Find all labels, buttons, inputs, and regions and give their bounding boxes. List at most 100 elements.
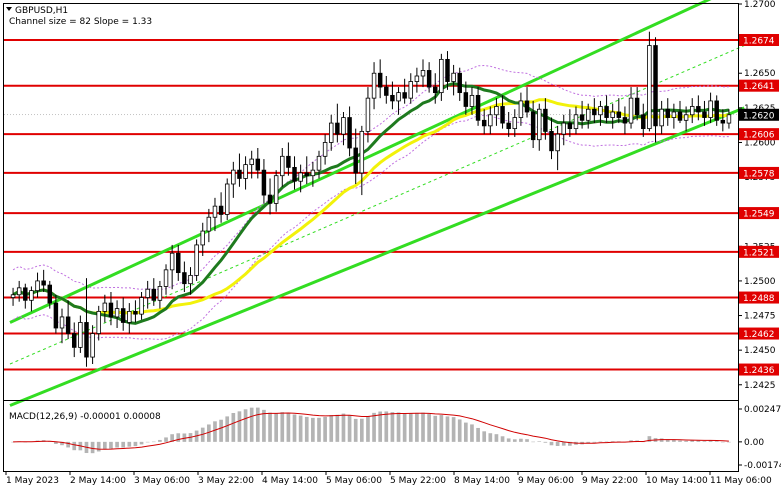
macd-histogram-bar bbox=[298, 415, 303, 442]
symbol-label: GBPUSD,H1 bbox=[15, 6, 68, 16]
candle-body bbox=[16, 287, 22, 296]
macd-histogram-bar bbox=[359, 418, 364, 442]
level-tag-label: 1.2462 bbox=[743, 330, 775, 340]
candle-body bbox=[481, 119, 487, 127]
candle-body bbox=[280, 155, 285, 177]
candle-body bbox=[506, 122, 511, 130]
macd-histogram-bar bbox=[292, 414, 297, 442]
macd-histogram-bar bbox=[262, 409, 266, 442]
macd-histogram-bar bbox=[690, 440, 695, 442]
candle-body bbox=[377, 72, 383, 88]
candle-body bbox=[689, 106, 695, 116]
time-tick-label: 9 May 06:00 bbox=[518, 476, 574, 486]
macd-tick-label: -0.00174 bbox=[744, 461, 781, 471]
candle-body bbox=[261, 169, 267, 196]
time-tick-label: 2 May 14:00 bbox=[70, 476, 126, 486]
macd-histogram-bar bbox=[311, 417, 315, 442]
candle-body bbox=[188, 274, 193, 285]
candle-body bbox=[500, 106, 505, 124]
macd-histogram-bar bbox=[323, 416, 327, 442]
price-chart: 1.27001.26751.26501.26251.26001.25751.25… bbox=[0, 0, 781, 489]
candle bbox=[224, 178, 230, 220]
candle-body bbox=[182, 272, 187, 285]
candle-body bbox=[298, 172, 303, 182]
macd-histogram-bar bbox=[90, 441, 95, 454]
macd-histogram-bar bbox=[280, 412, 285, 442]
price-tick-label: 1.2475 bbox=[744, 312, 776, 322]
candle-body bbox=[592, 108, 597, 116]
time-tick-label: 5 May 22:00 bbox=[390, 476, 446, 486]
price-tick-label: 1.2425 bbox=[744, 381, 776, 391]
candle-body bbox=[90, 333, 95, 358]
price-tick-label: 1.2500 bbox=[744, 277, 776, 287]
macd-tick-label: 0.00247 bbox=[744, 405, 781, 415]
candle-body bbox=[139, 297, 144, 315]
candle-body bbox=[628, 97, 634, 124]
candle-body bbox=[169, 252, 175, 271]
candle-body bbox=[273, 175, 279, 204]
candle-body bbox=[335, 122, 340, 135]
macd-histogram-bar bbox=[415, 412, 419, 442]
level-tag-label: 1.2641 bbox=[743, 82, 775, 92]
candle-body bbox=[396, 92, 401, 102]
candle-body bbox=[316, 155, 322, 171]
time-tick-label: 11 May 06:00 bbox=[710, 476, 772, 486]
macd-histogram-bar bbox=[433, 415, 438, 442]
candle-body bbox=[579, 114, 585, 121]
candle-body bbox=[304, 172, 309, 177]
macd-histogram-bar bbox=[109, 441, 113, 449]
candle-body bbox=[469, 94, 475, 107]
indicator-label: Channel size = 82 Slope = 1.33 bbox=[9, 17, 152, 27]
macd-histogram-bar bbox=[678, 440, 682, 442]
macd-histogram-bar bbox=[390, 412, 395, 442]
candle-body bbox=[683, 114, 689, 121]
time-tick-label: 3 May 22:00 bbox=[198, 476, 254, 486]
time-tick-label: 3 May 06:00 bbox=[134, 476, 190, 486]
time-tick-label: 1 May 2023 bbox=[6, 476, 59, 486]
candle-body bbox=[120, 308, 126, 323]
candle-body bbox=[163, 269, 169, 287]
macd-histogram-bar bbox=[494, 434, 499, 442]
macd-histogram-bar bbox=[237, 411, 242, 442]
candle-body bbox=[84, 322, 89, 358]
macd-histogram-bar bbox=[286, 412, 291, 442]
macd-histogram-bar bbox=[274, 413, 278, 442]
candle-body bbox=[29, 290, 34, 301]
macd-histogram-bar bbox=[72, 441, 77, 451]
candle-body bbox=[133, 310, 138, 315]
candle-body bbox=[518, 100, 524, 118]
macd-histogram-bar bbox=[243, 409, 248, 442]
candle-body bbox=[114, 308, 120, 318]
macd-label: MACD(12,26,9) -0.00001 0.00008 bbox=[9, 412, 161, 422]
candle-body bbox=[555, 133, 560, 152]
macd-histogram-bar bbox=[470, 424, 474, 442]
macd-histogram-bar bbox=[127, 441, 132, 447]
candle-body bbox=[714, 100, 719, 121]
macd-histogram-bar bbox=[366, 416, 370, 442]
candle-body bbox=[726, 114, 732, 124]
candle-body bbox=[359, 130, 365, 174]
candle-body bbox=[322, 142, 328, 157]
candle-body bbox=[708, 100, 713, 118]
macd-histogram-bar bbox=[96, 441, 101, 452]
candle-body bbox=[151, 288, 157, 301]
candle-body bbox=[433, 86, 438, 94]
candle-body bbox=[524, 100, 530, 113]
macd-histogram-bar bbox=[341, 413, 346, 442]
macd-histogram-bar bbox=[451, 417, 456, 442]
candle-body bbox=[194, 244, 199, 276]
macd-histogram-bar bbox=[103, 441, 107, 450]
macd-histogram-bar bbox=[353, 418, 358, 442]
macd-histogram-bar bbox=[421, 412, 425, 442]
candle-body bbox=[23, 287, 28, 301]
candle-body bbox=[671, 111, 677, 118]
macd-histogram-bar bbox=[610, 441, 615, 442]
macd-histogram-bar bbox=[604, 441, 609, 443]
level-tag-label: 1.2606 bbox=[743, 131, 775, 141]
candle-body bbox=[549, 130, 554, 152]
time-tick-label: 4 May 14:00 bbox=[262, 476, 318, 486]
candle-body bbox=[249, 158, 254, 166]
candle-body bbox=[243, 164, 248, 179]
candle-body bbox=[371, 72, 377, 99]
macd-histogram-bar bbox=[464, 422, 468, 442]
